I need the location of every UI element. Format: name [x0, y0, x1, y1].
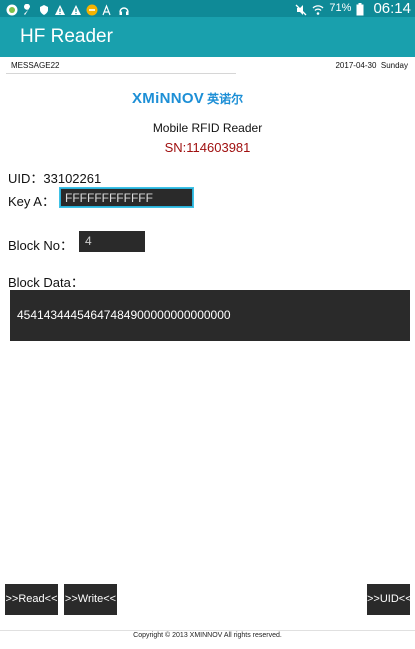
notification-icons: [6, 1, 130, 16]
logo-latin: XMiNNOV: [132, 89, 205, 107]
read-button[interactable]: >>Read<<: [5, 584, 58, 615]
mute-icon: [295, 3, 307, 15]
minus-circle-icon: [86, 3, 98, 15]
clock: 06:14: [373, 0, 411, 17]
day-value: Sunday: [380, 61, 408, 70]
app-bar: HF Reader: [0, 17, 415, 57]
write-button[interactable]: >>Write<<: [64, 584, 117, 615]
block-no-label: Block No：: [8, 238, 74, 253]
warning-icon: [70, 3, 82, 15]
logo-chinese: 英诺尔: [207, 91, 244, 106]
app-title: HF Reader: [20, 26, 113, 47]
uid-button[interactable]: >>UID<<: [367, 584, 412, 615]
wifi-icon: [312, 3, 324, 15]
uid-value: 33102261: [43, 171, 102, 186]
divider: [6, 73, 236, 74]
text-size-icon: [102, 3, 114, 15]
date-value: 2017-04-30: [335, 61, 377, 70]
wrench-icon: [22, 3, 34, 15]
block-data-field[interactable]: 45414344454647484900000000000000: [10, 290, 410, 341]
system-status: 71% 06:14: [295, 0, 411, 17]
android-icon: [6, 3, 18, 15]
copyright-text: Copyright © 2013 XMINNOV All rights rese…: [133, 632, 282, 639]
battery-icon: [356, 2, 368, 15]
uid-row: UID：33102261: [8, 168, 101, 187]
serial-number: SN:114603981: [164, 140, 251, 155]
date-text: 2017-04-30 Sunday: [335, 61, 408, 70]
key-a-label: Key A：: [8, 194, 55, 209]
key-a-input[interactable]: FFFFFFFFFFFF: [60, 188, 193, 207]
headphones-icon: [118, 3, 130, 15]
block-data-label: Block Data：: [8, 275, 84, 290]
battery-percent: 71%: [329, 2, 352, 14]
status-bar: 71% 06:14: [0, 0, 415, 17]
brand-logo: XMiNNOV 英诺尔: [132, 89, 243, 107]
message-bar: MESSAGE22 2017-04-30 Sunday: [0, 57, 415, 75]
warning-icon: [54, 3, 66, 15]
footer-divider: [0, 630, 415, 631]
shield-icon: [38, 3, 50, 15]
device-name: Mobile RFID Reader: [152, 121, 263, 135]
block-no-input[interactable]: 4: [79, 231, 145, 252]
message-text: MESSAGE22: [11, 61, 60, 70]
uid-label: UID：: [8, 171, 44, 186]
